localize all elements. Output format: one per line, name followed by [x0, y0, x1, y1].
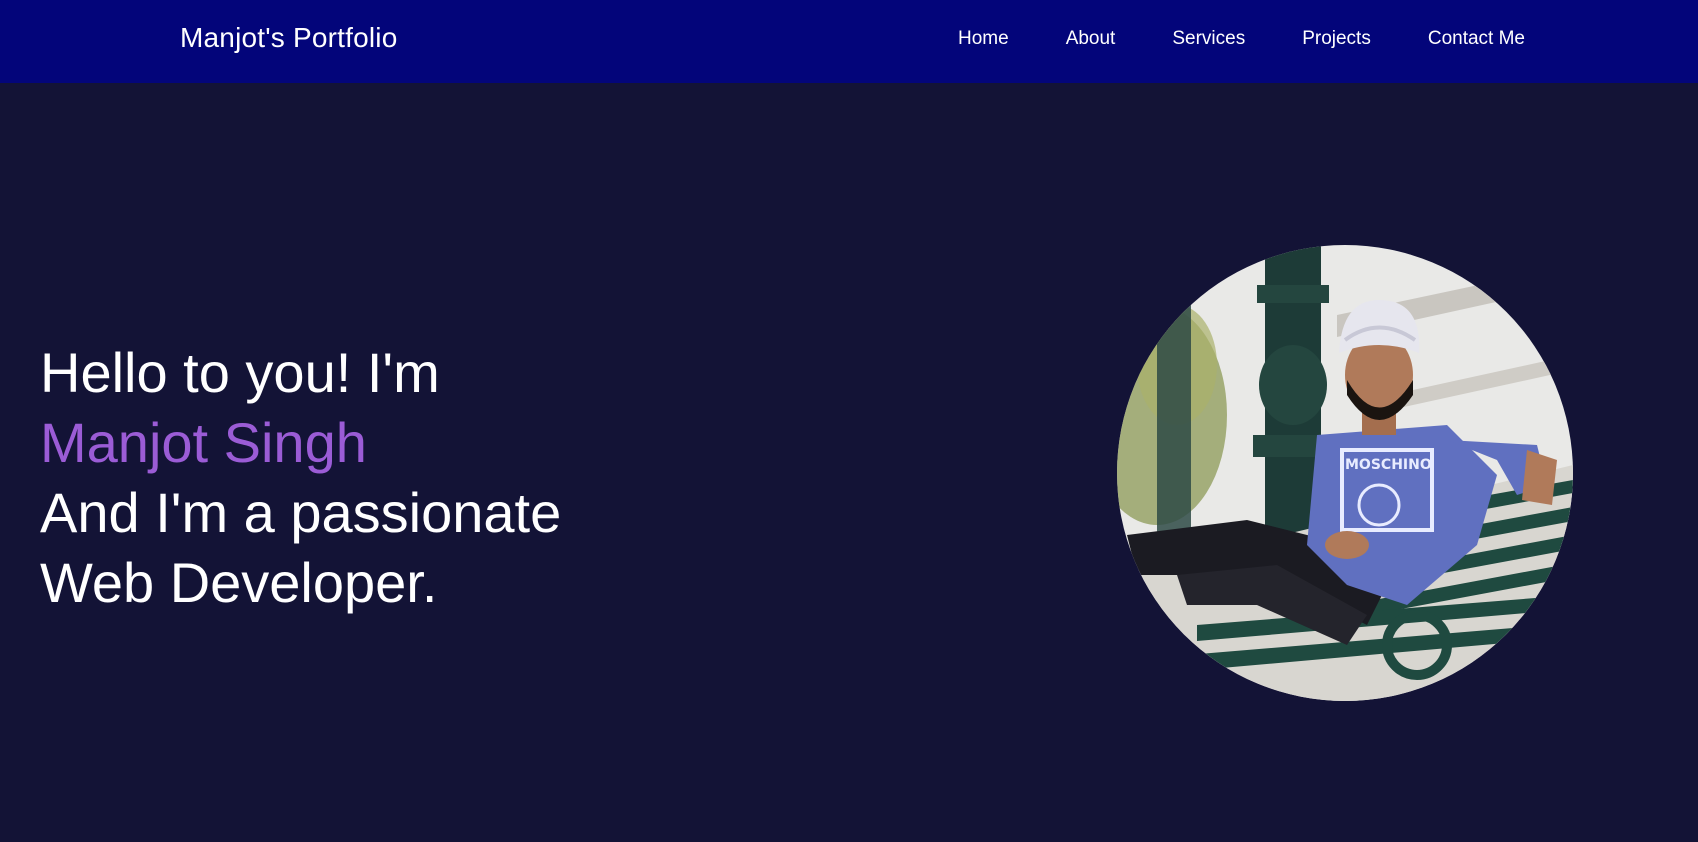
nav-link-services[interactable]: Services — [1172, 28, 1245, 50]
navbar: Manjot's Portfolio Home About Services P… — [0, 0, 1698, 83]
hero-name: Manjot Singh — [40, 411, 367, 474]
nav-link-contact-me[interactable]: Contact Me — [1428, 28, 1525, 50]
profile-photo: MOSCHINO — [1117, 245, 1573, 701]
hero-tagline-1: And I'm a passionate — [40, 481, 562, 544]
hero-heading: Hello to you! I'm Manjot Singh And I'm a… — [40, 338, 561, 618]
shirt-logo-text: MOSCHINO — [1345, 457, 1432, 473]
nav-links: Home About Services Projects Contact Me — [958, 28, 1525, 50]
nav-link-projects[interactable]: Projects — [1302, 28, 1371, 50]
hero-tagline-2: Web Developer. — [40, 551, 438, 614]
hero-greeting: Hello to you! I'm — [40, 341, 440, 404]
brand-logo-text[interactable]: Manjot's Portfolio — [180, 22, 397, 54]
nav-link-about[interactable]: About — [1066, 28, 1116, 50]
profile-photo-illustration: MOSCHINO — [1117, 245, 1573, 701]
nav-link-home[interactable]: Home — [958, 28, 1009, 50]
